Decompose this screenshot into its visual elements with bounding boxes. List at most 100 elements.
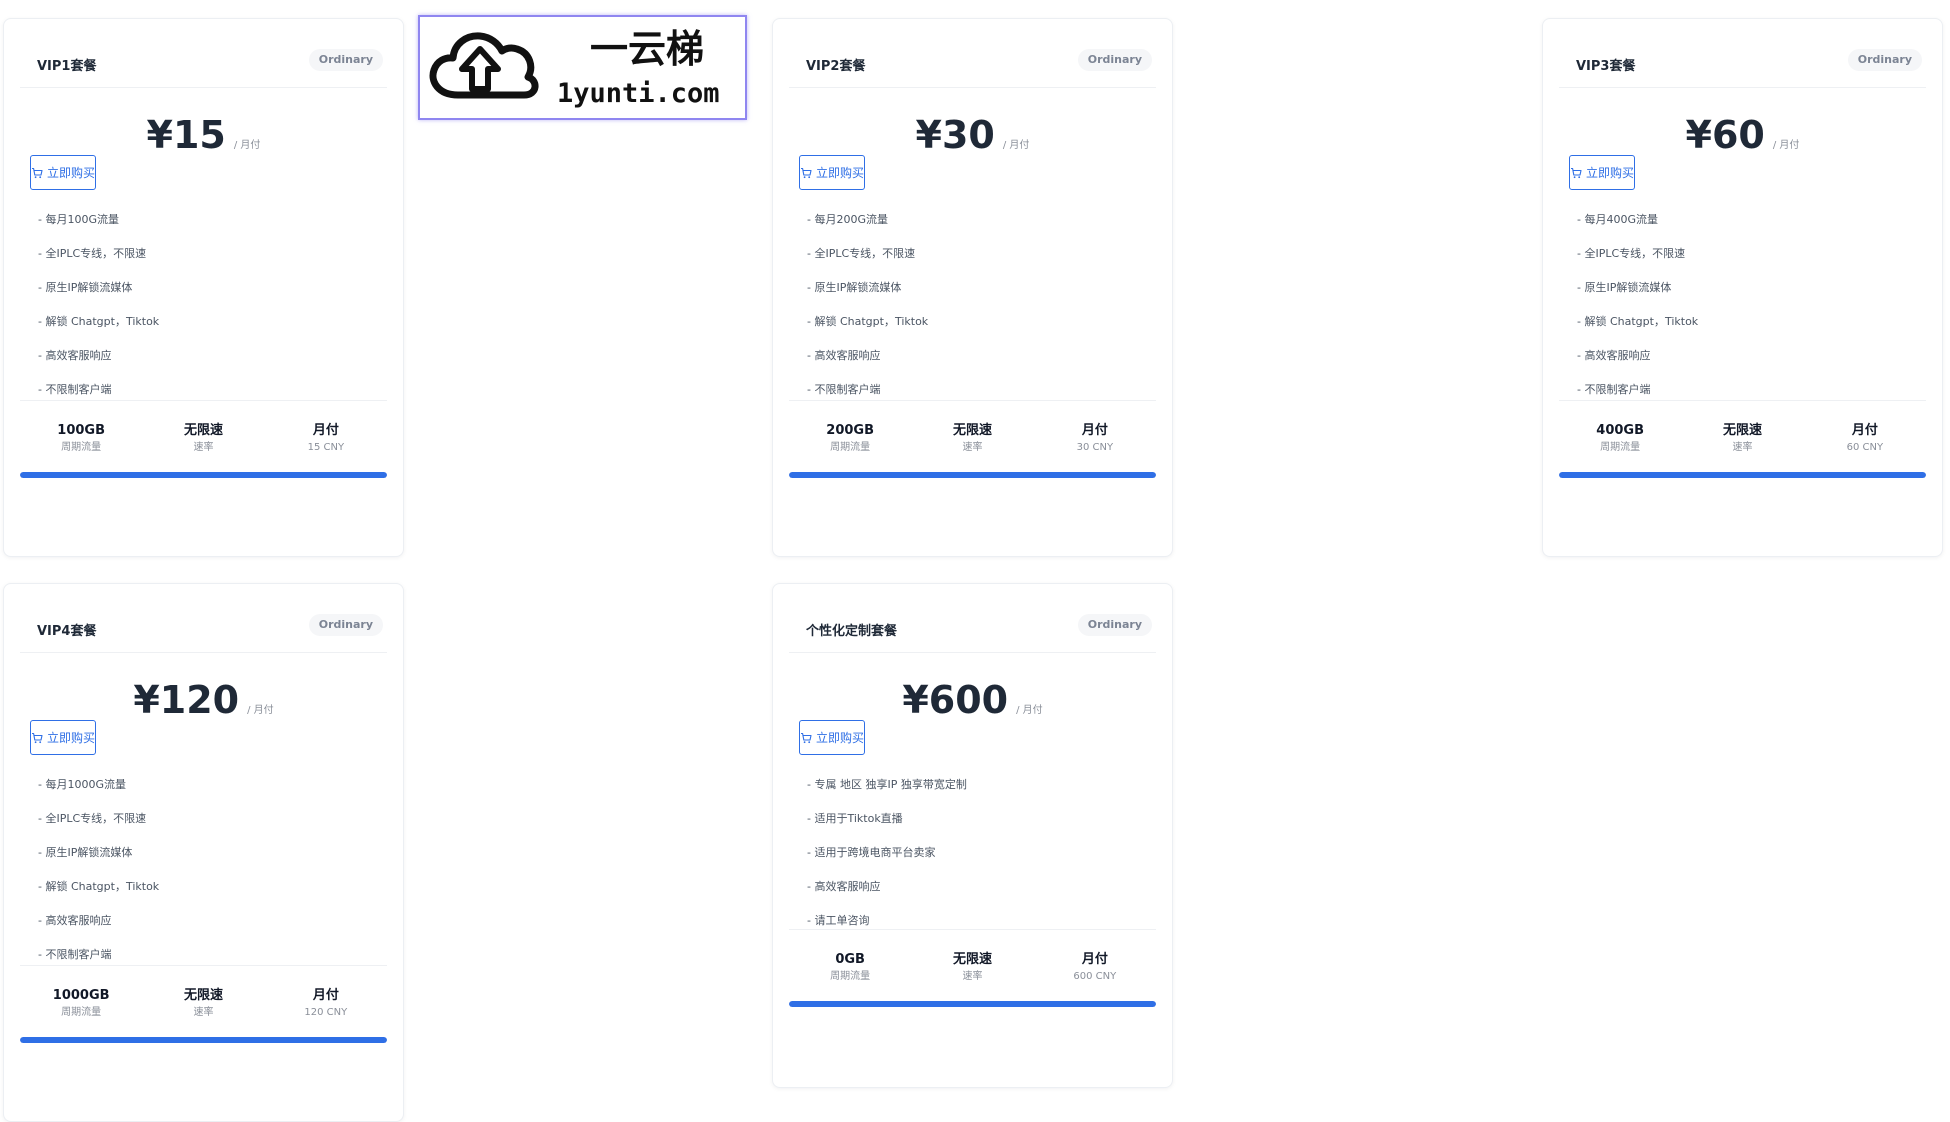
feature-item: - 高效客服响应 (38, 349, 112, 362)
progress-bar (789, 472, 1156, 478)
cart-icon (801, 732, 812, 743)
plan-title: VIP2套餐 (806, 59, 866, 74)
progress-bar (20, 472, 387, 478)
feature-list: - 每月100G流量 - 全IPLC专线，不限速 - 原生IP解锁流媒体 - 解… (38, 190, 369, 400)
stat-value: 无限速 (952, 952, 992, 967)
stat-billing: 月付 600 CNY (1034, 952, 1156, 991)
stat-traffic: 1000GB 周期流量 (20, 988, 142, 1027)
plan-price: ¥600 (902, 678, 1009, 722)
stat-value: 无限速 (183, 988, 223, 1003)
feature-item: - 高效客服响应 (807, 349, 881, 362)
stat-label: 速率 (1732, 442, 1753, 453)
feature-item: - 原生IP解锁流媒体 (38, 846, 133, 859)
progress-fill (20, 472, 387, 478)
stat-value: 100GB (57, 423, 106, 438)
pricing-page: 一云梯 1yunti.com VIP1套餐 Ordinary ¥15 / 月付 … (0, 0, 1950, 1122)
buy-now-label: 立即购买 (816, 731, 865, 745)
feature-list: - 每月1000G流量 - 全IPLC专线，不限速 - 原生IP解锁流媒体 - … (38, 755, 369, 965)
buy-now-button[interactable]: 立即购买 (1569, 155, 1636, 190)
stat-value: 月付 (312, 988, 339, 1003)
buy-now-button[interactable]: 立即购买 (30, 720, 97, 755)
price-unit: / 月付 (247, 705, 274, 716)
cart-icon (801, 167, 812, 178)
plan-title: VIP1套餐 (37, 59, 97, 74)
logo-watermark: 一云梯 1yunti.com (418, 15, 747, 120)
stat-value: 0GB (835, 952, 865, 967)
plan-card-custom: 个性化定制套餐 Ordinary ¥600 / 月付 立即购买 - 专属 地区 … (772, 583, 1173, 1088)
buy-now-button[interactable]: 立即购买 (30, 155, 97, 190)
plan-price: ¥60 (1685, 113, 1765, 157)
feature-item: - 全IPLC专线，不限速 (1577, 247, 1686, 260)
stat-value: 1000GB (52, 988, 110, 1003)
feature-item: - 全IPLC专线，不限速 (807, 247, 916, 260)
stat-label: 周期流量 (61, 1007, 102, 1018)
buy-now-label: 立即购买 (816, 166, 865, 180)
feature-list: - 专属 地区 独享IP 独享带宽定制 - 适用于Tiktok直播 - 适用于跨… (807, 755, 1138, 929)
stat-value: 月付 (1851, 423, 1878, 438)
stat-traffic: 400GB 周期流量 (1559, 423, 1681, 462)
stat-value: 无限速 (183, 423, 223, 438)
price-row: ¥600 / 月付 (773, 653, 1172, 720)
price-unit: / 月付 (233, 140, 261, 151)
cart-icon (32, 732, 43, 743)
plan-title: VIP3套餐 (1576, 59, 1636, 74)
cart-icon (32, 167, 43, 178)
feature-item: - 每月100G流量 (38, 213, 119, 226)
stat-label: 速率 (962, 442, 983, 453)
feature-item: - 每月1000G流量 (38, 778, 126, 791)
progress-fill (1559, 472, 1926, 478)
plan-badge: Ordinary (1077, 49, 1152, 71)
plan-card-vip1: VIP1套餐 Ordinary ¥15 / 月付 立即购买 - 每月100G流量… (3, 18, 404, 557)
progress-fill (789, 1001, 1156, 1007)
feature-item: - 每月200G流量 (807, 213, 888, 226)
price-unit: / 月付 (1002, 140, 1030, 151)
stat-label: 速率 (193, 1007, 214, 1018)
stat-label: 速率 (962, 971, 983, 982)
progress-fill (20, 1037, 387, 1043)
feature-item: - 解锁 Chatgpt，Tiktok (38, 315, 160, 328)
feature-item: - 每月400G流量 (1577, 213, 1658, 226)
progress-bar (1559, 472, 1926, 478)
stat-speed: 无限速 速率 (1681, 423, 1803, 462)
price-unit: / 月付 (1772, 140, 1800, 151)
feature-item: - 适用于Tiktok直播 (807, 812, 903, 825)
plan-card-header: VIP2套餐 Ordinary (789, 19, 1156, 88)
stat-label: 速率 (193, 442, 214, 453)
plan-badge: Ordinary (308, 49, 383, 71)
plan-stats: 400GB 周期流量 无限速 速率 月付 60 CNY (1559, 400, 1926, 462)
logo-top-text: 一云梯 (590, 27, 704, 71)
price-unit: / 月付 (1016, 705, 1043, 716)
stat-value: 月付 (312, 423, 339, 438)
stat-speed: 无限速 速率 (911, 952, 1033, 991)
stat-label: 周期流量 (830, 971, 871, 982)
plan-card-header: VIP3套餐 Ordinary (1559, 19, 1926, 88)
progress-fill (789, 472, 1156, 478)
plan-card-vip3: VIP3套餐 Ordinary ¥60 / 月付 立即购买 - 每月400G流量… (1542, 18, 1943, 557)
price-row: ¥120 / 月付 (4, 653, 403, 720)
price-row: ¥15 / 月付 (4, 88, 403, 155)
plan-stats: 1000GB 周期流量 无限速 速率 月付 120 CNY (20, 965, 387, 1027)
price-row: ¥30 / 月付 (773, 88, 1172, 155)
buy-now-button[interactable]: 立即购买 (799, 155, 866, 190)
stat-value: 200GB (826, 423, 875, 438)
price-row: ¥60 / 月付 (1543, 88, 1942, 155)
plan-badge: Ordinary (1077, 614, 1152, 636)
logo-bottom-text: 1yunti.com (557, 78, 720, 109)
stat-label: 30 CNY (1076, 442, 1114, 453)
stat-value: 无限速 (1722, 423, 1762, 438)
feature-item: - 全IPLC专线，不限速 (38, 247, 147, 260)
feature-item: - 原生IP解锁流媒体 (38, 281, 133, 294)
stat-speed: 无限速 速率 (142, 988, 264, 1027)
feature-item: - 高效客服响应 (38, 914, 112, 927)
feature-item: - 原生IP解锁流媒体 (1577, 281, 1672, 294)
yunti-logo: 一云梯 1yunti.com (429, 27, 720, 109)
feature-list: - 每月200G流量 - 全IPLC专线，不限速 - 原生IP解锁流媒体 - 解… (807, 190, 1138, 400)
progress-bar (20, 1037, 387, 1043)
stat-value: 400GB (1596, 423, 1645, 438)
stat-label: 120 CNY (304, 1007, 348, 1018)
buy-now-button[interactable]: 立即购买 (799, 720, 866, 755)
plan-title: 个性化定制套餐 (806, 624, 898, 639)
stat-traffic: 100GB 周期流量 (20, 423, 142, 462)
feature-item: - 高效客服响应 (807, 880, 881, 893)
stat-speed: 无限速 速率 (142, 423, 264, 462)
